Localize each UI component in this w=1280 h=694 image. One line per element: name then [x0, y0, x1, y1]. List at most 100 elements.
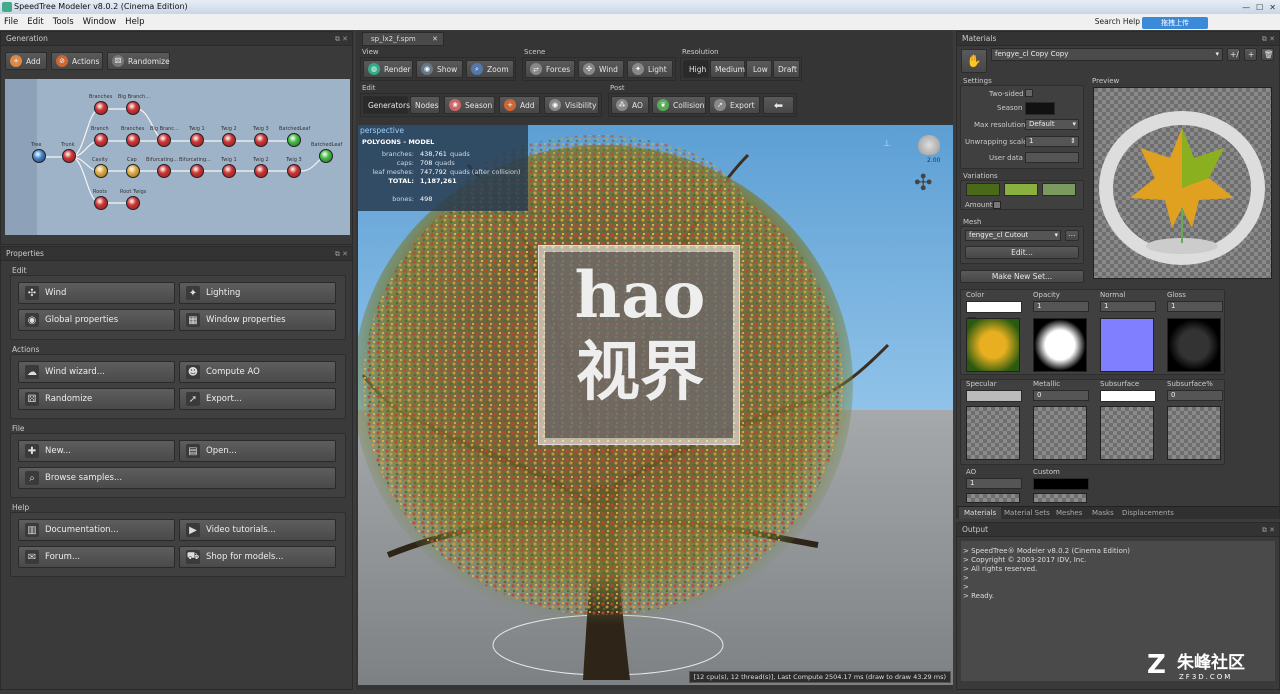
- wind-button[interactable]: ✣ Wind: [18, 282, 175, 304]
- node-trunk[interactable]: [62, 149, 76, 163]
- node-root-twigs[interactable]: [126, 196, 140, 210]
- add-toolbar-button[interactable]: + Add: [499, 96, 540, 114]
- color-value[interactable]: [966, 301, 1022, 313]
- node-batched-leaf-2[interactable]: [319, 149, 333, 163]
- variation-swatch-3[interactable]: [1042, 183, 1076, 196]
- node-bifurcating-2[interactable]: [190, 164, 204, 178]
- normal-texture-thumb[interactable]: [1100, 318, 1154, 372]
- season-color-swatch[interactable]: [1025, 102, 1055, 115]
- shop-button[interactable]: ⛟ Shop for models...: [179, 546, 336, 568]
- close-icon[interactable]: ✕: [1269, 1, 1276, 15]
- unwrapping-scale-input[interactable]: 1 ⇕: [1025, 136, 1079, 147]
- new-button[interactable]: ✚ New...: [18, 440, 175, 462]
- maximize-icon[interactable]: ☐: [1256, 1, 1263, 15]
- custom-value[interactable]: [1033, 478, 1089, 490]
- menu-help[interactable]: Help: [125, 14, 144, 30]
- gloss-texture-thumb[interactable]: [1167, 318, 1221, 372]
- visibility-button[interactable]: ◉ Visibility: [544, 96, 599, 114]
- scene-wind-button[interactable]: ✣ Wind: [578, 60, 624, 78]
- metallic-value[interactable]: 0: [1033, 390, 1089, 401]
- browse-samples-button[interactable]: ⌕ Browse samples...: [18, 467, 336, 489]
- zoom-button[interactable]: ⌕ Zoom: [466, 60, 514, 78]
- wind-wizard-button[interactable]: ☁ Wind wizard...: [18, 361, 175, 383]
- export-toolbar-button[interactable]: ➚ Export: [709, 96, 760, 114]
- node-batched-leaf-1[interactable]: [287, 133, 301, 147]
- variation-swatch-2[interactable]: [1004, 183, 1038, 196]
- menu-edit[interactable]: Edit: [27, 14, 43, 30]
- node-twig-2b[interactable]: [254, 164, 268, 178]
- actions-button[interactable]: ⊘ Actions: [51, 52, 103, 70]
- menu-tools[interactable]: Tools: [53, 14, 74, 30]
- node-twig-1b[interactable]: [222, 164, 236, 178]
- lighting-button[interactable]: ✦ Lighting: [179, 282, 336, 304]
- make-new-set-button[interactable]: Make New Set...: [960, 270, 1084, 283]
- subsurface-pct-value[interactable]: 0: [1167, 390, 1223, 401]
- res-draft-button[interactable]: Draft: [773, 60, 800, 78]
- custom-texture-thumb[interactable]: [1033, 493, 1087, 503]
- amount-slider[interactable]: [993, 201, 1001, 209]
- global-properties-button[interactable]: ◉ Global properties: [18, 309, 175, 331]
- light-direction-icon[interactable]: [918, 135, 940, 155]
- res-low-button[interactable]: Low: [746, 60, 772, 78]
- node-twig-3b[interactable]: [287, 164, 301, 178]
- collision-button[interactable]: ❦ Collision: [652, 96, 706, 114]
- node-cavity[interactable]: [94, 164, 108, 178]
- upload-button[interactable]: 拖拽上传: [1142, 17, 1208, 29]
- material-preview[interactable]: [1093, 87, 1272, 279]
- window-properties-button[interactable]: ▦ Window properties: [179, 309, 336, 331]
- randomize-action-button[interactable]: ⚄ Randomize: [18, 388, 175, 410]
- res-medium-button[interactable]: Medium: [710, 60, 745, 78]
- max-resolution-select[interactable]: Default ▾: [1025, 119, 1079, 130]
- wind-fan-icon[interactable]: ✣: [914, 173, 932, 195]
- rename-button[interactable]: +/: [1227, 48, 1240, 61]
- opacity-texture-thumb[interactable]: [1033, 318, 1087, 372]
- ao-value[interactable]: 1: [966, 478, 1022, 489]
- node-bifurcating-1[interactable]: [157, 164, 171, 178]
- metallic-texture-thumb[interactable]: [1033, 406, 1087, 460]
- minimize-icon[interactable]: —: [1242, 1, 1250, 15]
- season-button[interactable]: ❀ Season: [444, 96, 495, 114]
- mesh-options-button[interactable]: ⋯: [1065, 230, 1079, 241]
- panel-pin-icon[interactable]: ⧉ ✕: [1262, 523, 1275, 537]
- subsurface-value[interactable]: [1100, 390, 1156, 402]
- node-roots[interactable]: [94, 196, 108, 210]
- hand-tool-button[interactable]: ✋: [961, 49, 987, 73]
- add-button[interactable]: + Add: [5, 52, 47, 70]
- light-button[interactable]: ✦ Light: [627, 60, 673, 78]
- ao-button[interactable]: ⁂ AO: [611, 96, 649, 114]
- menu-file[interactable]: File: [4, 14, 18, 30]
- forum-button[interactable]: ✉ Forum...: [18, 546, 175, 568]
- two-sided-checkbox[interactable]: [1025, 89, 1033, 97]
- back-arrow-button[interactable]: ⬅: [763, 96, 794, 114]
- gloss-value[interactable]: 1: [1167, 301, 1223, 312]
- panel-pin-icon[interactable]: ⧉ ✕: [335, 247, 348, 261]
- generators-button[interactable]: Generators: [363, 96, 410, 114]
- documentation-button[interactable]: ▥ Documentation...: [18, 519, 175, 541]
- color-texture-thumb[interactable]: [966, 318, 1020, 372]
- specular-texture-thumb[interactable]: [966, 406, 1020, 460]
- subsurface-pct-texture-thumb[interactable]: [1167, 406, 1221, 460]
- material-select[interactable]: fengye_cl Copy Copy ▾: [991, 48, 1223, 61]
- node-branch[interactable]: [94, 133, 108, 147]
- delete-material-icon[interactable]: 🗑: [1261, 48, 1274, 61]
- opacity-value[interactable]: 1: [1033, 301, 1089, 312]
- compute-ao-button[interactable]: ☻ Compute AO: [179, 361, 336, 383]
- menu-window[interactable]: Window: [83, 14, 117, 30]
- node-twig-3[interactable]: [254, 133, 268, 147]
- viewport[interactable]: hao 视界 perspective POLYGONS - MODEL bran…: [358, 125, 953, 685]
- subsurface-texture-thumb[interactable]: [1100, 406, 1154, 460]
- show-button[interactable]: ◉ Show: [416, 60, 463, 78]
- panel-pin-icon[interactable]: ⧉ ✕: [1262, 32, 1275, 46]
- tab-masks[interactable]: Masks: [1087, 507, 1119, 519]
- normal-value[interactable]: 1: [1100, 301, 1156, 312]
- variation-swatch-1[interactable]: [966, 183, 1000, 196]
- res-high-button[interactable]: High: [683, 60, 709, 78]
- node-twig-2[interactable]: [222, 133, 236, 147]
- video-tutorials-button[interactable]: ▶ Video tutorials...: [179, 519, 336, 541]
- panel-pin-icon[interactable]: ⧉ ✕: [335, 32, 348, 46]
- tab-material-sets[interactable]: Material Sets: [999, 507, 1055, 519]
- mesh-select[interactable]: fengye_cl Cutout ▾: [965, 230, 1061, 241]
- node-big-branch[interactable]: [126, 101, 140, 115]
- tab-materials[interactable]: Materials: [959, 507, 1002, 519]
- search-help-input[interactable]: Search Help: [1095, 14, 1140, 30]
